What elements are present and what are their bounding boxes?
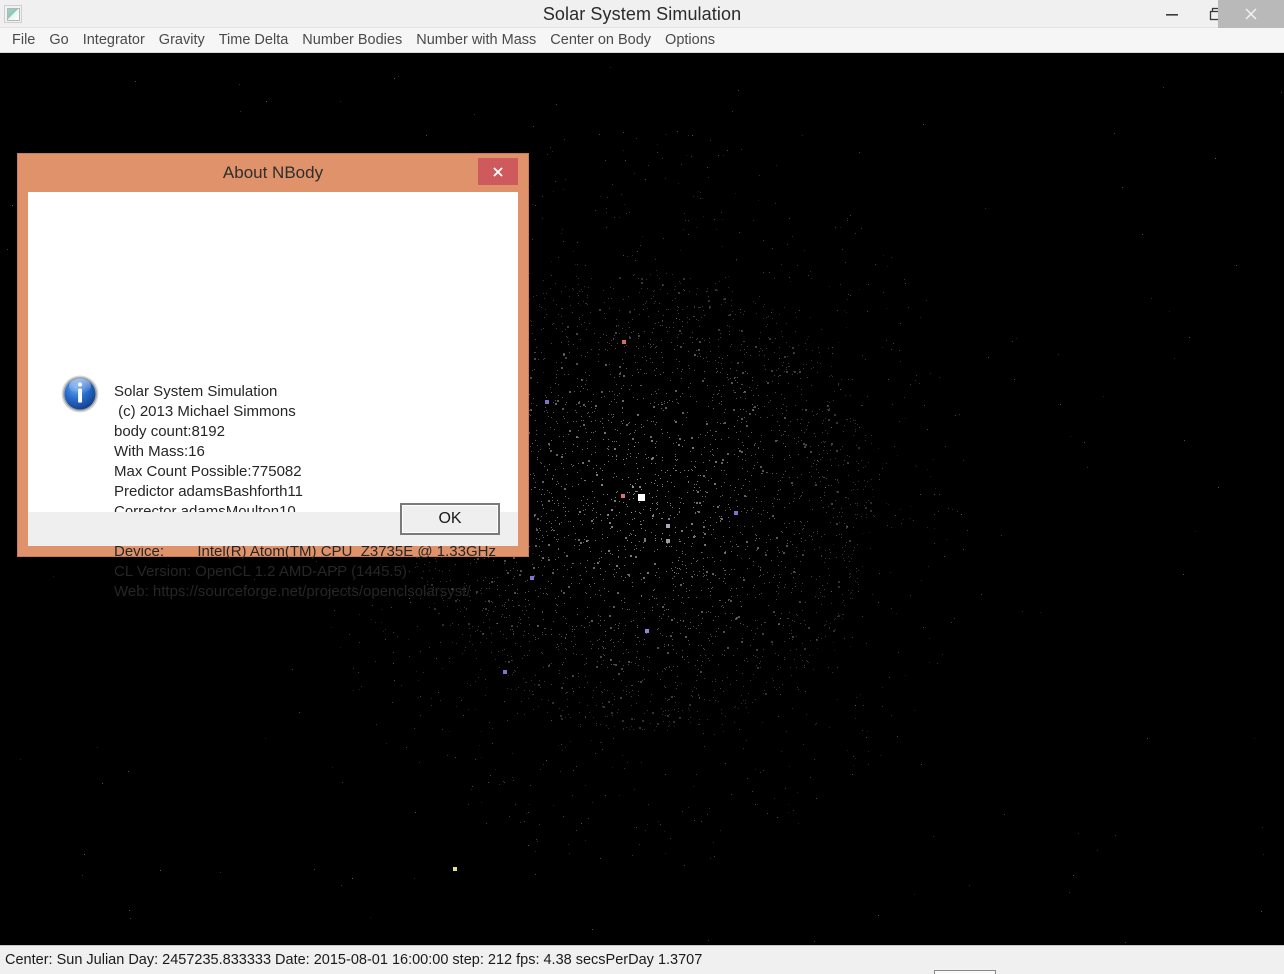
sim-body-body-f: [545, 400, 549, 404]
sim-body-body-h: [645, 629, 649, 633]
ok-button[interactable]: OK: [400, 503, 500, 535]
sim-body-body-j: [453, 867, 457, 871]
menu-item-integrator[interactable]: Integrator: [76, 28, 152, 52]
app-icon: [4, 5, 22, 23]
sim-body-body-d: [666, 539, 670, 543]
menu-item-time-delta[interactable]: Time Delta: [212, 28, 296, 52]
close-icon: [493, 166, 503, 177]
status-bar: Center: Sun Julian Day: 2457235.833333 D…: [0, 945, 1284, 974]
menu-item-gravity[interactable]: Gravity: [152, 28, 212, 52]
dialog-title-bar: About NBody: [18, 154, 528, 192]
about-line-title: Solar System Simulation: [114, 383, 278, 400]
window-title: Solar System Simulation: [542, 4, 742, 24]
menu-item-options[interactable]: Options: [658, 28, 722, 52]
menu-item-go[interactable]: Go: [42, 28, 75, 52]
sim-body-body-a: [621, 494, 625, 498]
info-icon: [60, 374, 100, 414]
menu-item-number-with-mass[interactable]: Number with Mass: [409, 28, 543, 52]
close-icon: [1245, 8, 1257, 20]
about-line-cl-version: CL Version: OpenCL 1.2 AMD-APP (1445.5): [114, 563, 407, 580]
sim-body-sun: [637, 493, 645, 501]
about-text-block: Solar System Simulation (c) 2013 Michael…: [114, 382, 504, 602]
about-line-max-count: Max Count Possible:775082: [114, 463, 302, 480]
about-line-with-mass: With Mass:16: [114, 443, 205, 460]
dialog-body: Solar System Simulation (c) 2013 Michael…: [28, 192, 518, 600]
minimize-icon: [1166, 14, 1178, 16]
app-icon-glyph: [7, 8, 20, 21]
about-line-web: Web: https://sourceforge.net/projects/op…: [114, 583, 471, 600]
menu-item-center-on-body[interactable]: Center on Body: [543, 28, 658, 52]
status-text: Center: Sun Julian Day: 2457235.833333 D…: [5, 952, 703, 968]
dialog-title: About NBody: [222, 163, 324, 182]
sim-body-body-e: [734, 511, 738, 515]
menu-bar: File Go Integrator Gravity Time Delta Nu…: [0, 28, 1284, 53]
dialog-footer: OK: [28, 503, 518, 546]
about-dialog: About NBody Solar System Simulation (c) …: [18, 154, 528, 600]
sim-body-body-i: [503, 670, 507, 674]
sim-body-body-b: [622, 340, 626, 344]
about-line-copyright: (c) 2013 Michael Simmons: [114, 403, 296, 420]
menu-item-file[interactable]: File: [5, 28, 42, 52]
minimize-button[interactable]: [1150, 0, 1194, 28]
title-bar: Solar System Simulation: [0, 0, 1284, 28]
about-line-predictor: Predictor adamsBashforth11: [114, 483, 303, 500]
dialog-close-button[interactable]: [478, 158, 518, 185]
sim-body-body-c: [666, 524, 670, 528]
sim-body-body-g: [530, 576, 534, 580]
menu-item-number-bodies[interactable]: Number Bodies: [295, 28, 409, 52]
close-button[interactable]: [1218, 0, 1284, 28]
application-window: Solar System Simulation File Go Integrat…: [0, 0, 1284, 974]
about-line-body-count: body count:8192: [114, 423, 225, 440]
status-bar-sliver: [934, 970, 996, 974]
